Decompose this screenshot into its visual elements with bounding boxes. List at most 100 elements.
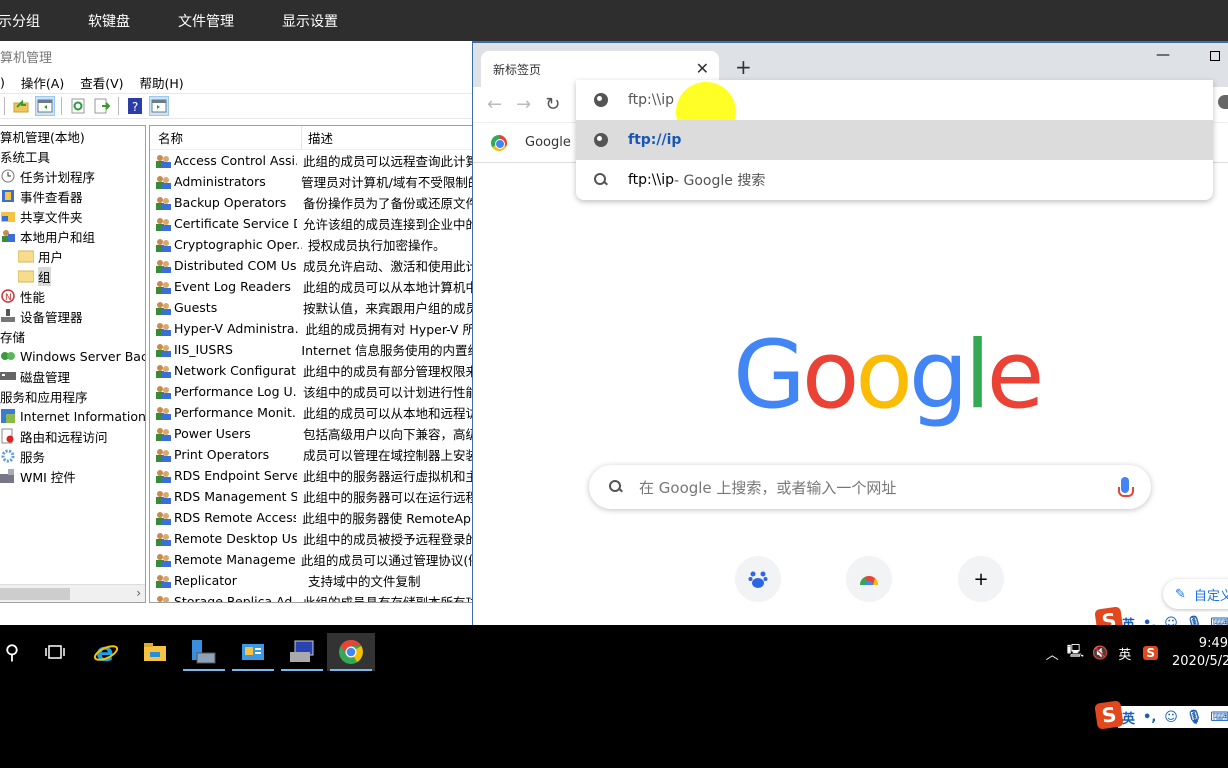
menu-view[interactable]: 查看(V) [80, 73, 123, 92]
clock[interactable]: 9:49 2020/5/2 [1172, 635, 1228, 671]
menu-file[interactable]: ) [0, 75, 5, 90]
minimize-icon[interactable]: — [1156, 47, 1170, 63]
toolbar-item-group[interactable]: 示分组 [0, 11, 40, 31]
suggestion-search[interactable]: ftp:\\ip - Google 搜索 [576, 160, 1213, 200]
table-row[interactable]: Network Configurat... 此组中的成员有部分管理权限来 [150, 360, 472, 381]
back-icon[interactable]: ← [487, 94, 502, 115]
maximize-icon[interactable] [1210, 51, 1220, 61]
computer-management-icon[interactable] [229, 633, 277, 671]
table-row[interactable]: Cryptographic Oper... 授权成员执行加密操作。 [150, 234, 472, 255]
new-tab-button[interactable]: + [735, 55, 752, 79]
google-search-box[interactable]: 在 Google 上搜索，或者输入一个网址 [589, 465, 1151, 509]
tree-item[interactable]: 组 [0, 266, 145, 286]
tree-item[interactable]: 共享文件夹 [0, 206, 145, 226]
table-row[interactable]: Administrators 管理员对计算机/域有不受限制的 [150, 171, 472, 192]
tree-item[interactable]: N 性能 [0, 286, 145, 306]
table-row[interactable]: Performance Monit... 此组的成员可以从本地和远程访 [150, 402, 472, 423]
add-shortcut-button[interactable]: + [958, 556, 1004, 602]
toolbar-item-display-settings[interactable]: 显示设置 [282, 11, 338, 31]
server-manager-icon[interactable] [180, 633, 228, 671]
toolbar-item-file-manager[interactable]: 文件管理 [178, 11, 234, 31]
file-explorer-icon[interactable] [131, 633, 179, 671]
refresh-icon[interactable] [68, 96, 88, 116]
bookmark-google[interactable]: Google [525, 135, 571, 150]
show-hide-tree-icon[interactable] [35, 96, 55, 116]
shortcut-baidu[interactable] [735, 556, 781, 602]
menu-help[interactable]: 帮助(H) [140, 73, 184, 92]
input-language[interactable]: 英 [1118, 644, 1131, 663]
tree-item[interactable]: 算机管理(本地) [0, 126, 145, 146]
reload-icon[interactable]: ↻ [545, 94, 560, 115]
scroll-right-icon[interactable]: › [136, 586, 141, 600]
tree-item[interactable]: 服务 [0, 446, 145, 466]
group-icon [155, 300, 174, 316]
table-row[interactable]: Backup Operators 备份操作员为了备份或还原文件 [150, 192, 472, 213]
table-row[interactable]: Power Users 包括高级用户以向下兼容，高级 [150, 423, 472, 444]
volume-muted-icon[interactable]: 🔇 [1092, 646, 1108, 661]
task-view-icon[interactable] [31, 633, 79, 671]
tree-item[interactable]: 任务计划程序 [0, 166, 145, 186]
tree-item[interactable]: 存储 [0, 326, 145, 346]
table-row[interactable]: RDS Management S... 此组中的服务器可以在运行远程 [150, 486, 472, 507]
ime-punct[interactable]: •, [1143, 710, 1156, 725]
table-row[interactable]: Certificate Service D... 允许该组的成员连接到企业中的 [150, 213, 472, 234]
ime-lang[interactable]: 英 [1122, 708, 1135, 727]
table-row[interactable]: Event Log Readers 此组的成员可以从本地计算机中 [150, 276, 472, 297]
suggestion-url[interactable]: ftp://ip [576, 120, 1213, 160]
table-row[interactable]: IIS_IUSRS Internet 信息服务使用的内置组 [150, 339, 472, 360]
export-list-icon[interactable] [92, 96, 112, 116]
menu-action[interactable]: 操作(A) [21, 73, 64, 92]
table-row[interactable]: Remote Desktop Us... 此组中的成员被授予远程登录的 [150, 528, 472, 549]
group-description: Internet 信息服务使用的内置组 [301, 343, 472, 358]
table-row[interactable]: Guests 按默认值，来宾跟用户组的成员 [150, 297, 472, 318]
scrollbar-thumb[interactable] [0, 588, 70, 600]
sogou-logo-icon[interactable]: S [1094, 700, 1124, 730]
tree-item[interactable]: 设备管理器 [0, 306, 145, 326]
tree-item[interactable]: 服务和应用程序 [0, 386, 145, 406]
tree-item[interactable]: WMI 控件 [0, 466, 145, 486]
forward-icon[interactable]: → [516, 94, 531, 115]
microphone-icon[interactable]: 🎙 [1186, 710, 1203, 725]
microphone-icon[interactable] [1118, 477, 1134, 497]
column-header-description[interactable]: 描述 [302, 128, 333, 147]
table-row[interactable]: Print Operators 成员可以管理在域控制器上安装 [150, 444, 472, 465]
table-row[interactable]: Storage Replica Ad... 此组的成员具有存储副本所有功 [150, 591, 472, 602]
smiley-icon[interactable]: ☺ [1164, 710, 1178, 725]
shortcut-chrome-store[interactable] [846, 556, 892, 602]
tree-item[interactable]: 事件查看器 [0, 186, 145, 206]
table-row[interactable]: Replicator 支持域中的文件复制 [150, 570, 472, 591]
internet-explorer-icon[interactable]: e [82, 633, 130, 671]
group-icon [155, 447, 174, 463]
table-row[interactable]: Performance Log U... 该组中的成员可以计划进行性能 [150, 381, 472, 402]
table-row[interactable]: Hyper-V Administra... 此组的成员拥有对 Hyper-V 所 [150, 318, 472, 339]
table-row[interactable]: RDS Endpoint Serve... 此组中的服务器运行虚拟机和主 [150, 465, 472, 486]
omnibox-input[interactable]: ftp:\\ip [576, 80, 1213, 142]
profile-icon[interactable] [1218, 95, 1228, 109]
network-icon[interactable]: 🖳 [1067, 642, 1084, 664]
show-hide-action-pane-icon[interactable] [149, 96, 169, 116]
keyboard-icon[interactable]: ⌨ [1210, 710, 1228, 725]
show-hidden-icons[interactable]: ︿ [1046, 644, 1059, 663]
tree-item[interactable]: Windows Server Back [0, 346, 145, 366]
tree-item[interactable]: 磁盘管理 [0, 366, 145, 386]
table-row[interactable]: Distributed COM Us... 成员允许启动、激活和使用此计 [150, 255, 472, 276]
tree-item[interactable]: 系统工具 [0, 146, 145, 166]
sogou-tray-icon[interactable]: S [1143, 646, 1158, 660]
tree-item[interactable]: 本地用户和组 [0, 226, 145, 246]
table-row[interactable]: RDS Remote Access... 此组中的服务器使 RemoteApp [150, 507, 472, 528]
tree-item[interactable]: Internet Information S [0, 406, 145, 426]
computer-management-window: 算机管理 ) 操作(A) 查看(V) 帮助(H) ? 算机管理(本地) 系统工具任… [0, 41, 472, 625]
table-row[interactable]: Remote Manageme... 此组的成员可以通过管理协议(例 [150, 549, 472, 570]
chrome-taskbar-icon[interactable] [327, 633, 375, 671]
help-icon[interactable]: ? [125, 96, 145, 116]
customize-button[interactable]: ✎ 自定义 [1163, 579, 1228, 609]
up-folder-icon[interactable] [11, 96, 31, 116]
horizontal-scrollbar[interactable]: › [0, 584, 145, 602]
table-row[interactable]: Access Control Assi... 此组的成员可以远程查询此计算 [150, 150, 472, 171]
close-tab-icon[interactable]: ✕ [696, 59, 709, 78]
remote-desktop-icon[interactable] [278, 633, 326, 671]
column-header-name[interactable]: 名称 [150, 126, 302, 149]
toolbar-item-soft-keyboard[interactable]: 软键盘 [88, 11, 130, 31]
tree-item[interactable]: 用户 [0, 246, 145, 266]
tree-item[interactable]: 路由和远程访问 [0, 426, 145, 446]
